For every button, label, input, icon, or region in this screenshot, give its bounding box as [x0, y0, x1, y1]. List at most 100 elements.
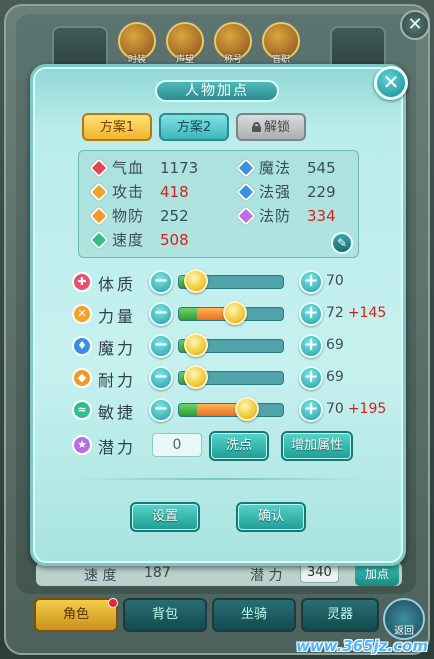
attribute-label: 敏捷	[98, 403, 137, 422]
bottom-potential-value: 340	[300, 563, 339, 583]
increase-button[interactable]: +	[299, 302, 323, 326]
attribute-value: 69	[326, 369, 348, 385]
attribute-row-endurance: ◆ 耐力 − + 69	[72, 365, 392, 390]
attribute-label: 耐力	[98, 371, 137, 390]
increase-button[interactable]: +	[299, 366, 323, 390]
increase-button[interactable]: +	[299, 334, 323, 358]
base-fill	[179, 404, 197, 416]
star-icon: ★	[72, 435, 92, 455]
stat-label: 法防	[259, 207, 292, 225]
attribute-label: 魔力	[98, 339, 137, 358]
notification-dot	[108, 598, 118, 608]
tab-mount[interactable]: 坐骑	[212, 598, 296, 632]
strength-icon: ✕	[72, 304, 92, 324]
stat-value: 334	[307, 206, 336, 225]
stat-mp: 魔法 545	[236, 157, 336, 178]
panel-close-icon[interactable]: ✕	[400, 10, 430, 40]
attribute-base-value: 69	[326, 337, 344, 353]
increase-button[interactable]: +	[299, 398, 323, 422]
plan2-tab[interactable]: 方案2	[159, 113, 229, 141]
confirm-button[interactable]: 确认	[236, 502, 306, 532]
attack-icon	[89, 181, 109, 202]
stat-label: 法强	[259, 183, 292, 201]
tab-bag[interactable]: 背包	[123, 598, 207, 632]
stat-spell-power: 法强 229	[236, 181, 336, 202]
brush-icon[interactable]: ✎	[331, 232, 353, 254]
attribute-row-strength: ✕ 力量 − + 72 +145	[72, 301, 392, 326]
attribute-bonus: +195	[347, 401, 387, 417]
unlock-button[interactable]: 解锁	[236, 113, 306, 141]
stat-hp: 气血 1173	[89, 157, 199, 178]
endurance-icon: ◆	[72, 368, 92, 388]
decrease-button[interactable]: −	[149, 334, 173, 358]
slider-knob[interactable]	[223, 301, 248, 325]
back-button[interactable]: 返回	[383, 598, 425, 640]
attribute-label: 力量	[98, 307, 137, 326]
speed-icon	[89, 229, 109, 250]
attribute-row-magic: ♦ 魔力 − + 69	[72, 333, 392, 358]
stat-value: 418	[160, 182, 189, 201]
attribute-value: 69	[326, 337, 348, 353]
decrease-button[interactable]: −	[149, 302, 173, 326]
stat-value: 229	[307, 182, 336, 201]
increase-button[interactable]: +	[299, 270, 323, 294]
potential-label: 潜力	[98, 438, 137, 457]
attribute-base-value: 70	[326, 273, 344, 289]
tab-spirit[interactable]: 灵器	[301, 598, 379, 632]
wash-points-button[interactable]: 洗点	[209, 431, 269, 461]
bottom-speed-label: 速 度	[84, 568, 117, 584]
decrease-button[interactable]: −	[149, 366, 173, 390]
physical-defense-icon	[89, 205, 109, 226]
slider-knob[interactable]	[184, 365, 209, 389]
slider-knob[interactable]	[234, 397, 259, 421]
dialog-close-icon[interactable]: ✕	[374, 66, 408, 100]
attribute-value: 72 +145	[326, 305, 386, 321]
bottom-potential-label: 潜 力	[250, 568, 283, 584]
stat-physical-defense: 物防 252	[89, 205, 189, 226]
attribute-row-constitution: ✚ 体质 − + 70	[72, 269, 392, 294]
attribute-bonus: +145	[347, 305, 387, 321]
attribute-base-value: 69	[326, 369, 344, 385]
slider-knob[interactable]	[184, 333, 209, 357]
attribute-base-value: 70	[326, 401, 344, 417]
stat-label: 气血	[112, 159, 145, 177]
stat-label: 攻击	[112, 183, 145, 201]
stat-speed: 速度 508	[89, 229, 189, 250]
dialog-title: 人物加点	[155, 80, 279, 102]
attribute-row-agility: ≈ 敏捷 − + 70 +195	[72, 397, 392, 422]
decrease-button[interactable]: −	[149, 398, 173, 422]
base-fill	[179, 308, 197, 320]
attribute-label: 体质	[98, 275, 137, 294]
stat-label: 物防	[112, 207, 145, 225]
watermark: www.365jz.com	[295, 637, 428, 655]
divider	[74, 478, 366, 480]
stat-value: 545	[307, 158, 336, 177]
stat-label: 速度	[112, 231, 145, 249]
plan1-tab[interactable]: 方案1	[82, 113, 152, 141]
attribute-slider-track[interactable]	[178, 403, 284, 417]
stat-value: 1173	[160, 158, 199, 177]
decrease-button[interactable]: −	[149, 270, 173, 294]
spell-power-icon	[236, 181, 256, 202]
constitution-icon: ✚	[72, 272, 92, 292]
slider-knob[interactable]	[184, 269, 209, 293]
tab-character[interactable]: 角色	[34, 598, 118, 632]
magic-defense-icon	[236, 205, 256, 226]
lock-icon	[251, 122, 261, 132]
mp-icon	[236, 157, 256, 178]
unlock-label: 解锁	[263, 120, 290, 135]
bottom-speed-value: 187	[144, 565, 171, 581]
magic-icon: ♦	[72, 336, 92, 356]
stat-label: 魔法	[259, 159, 292, 177]
attribute-value: 70	[326, 273, 348, 289]
stat-value: 508	[160, 230, 189, 249]
potential-points-field: 0	[152, 433, 202, 457]
increase-attributes-button[interactable]: 增加属性	[281, 431, 353, 461]
back-label: 返回	[394, 626, 414, 637]
attribute-value: 70 +195	[326, 401, 386, 417]
stat-attack: 攻击 418	[89, 181, 189, 202]
hp-icon	[89, 157, 109, 178]
attribute-base-value: 72	[326, 305, 344, 321]
settings-button[interactable]: 设置	[130, 502, 200, 532]
stat-magic-defense: 法防 334	[236, 205, 336, 226]
